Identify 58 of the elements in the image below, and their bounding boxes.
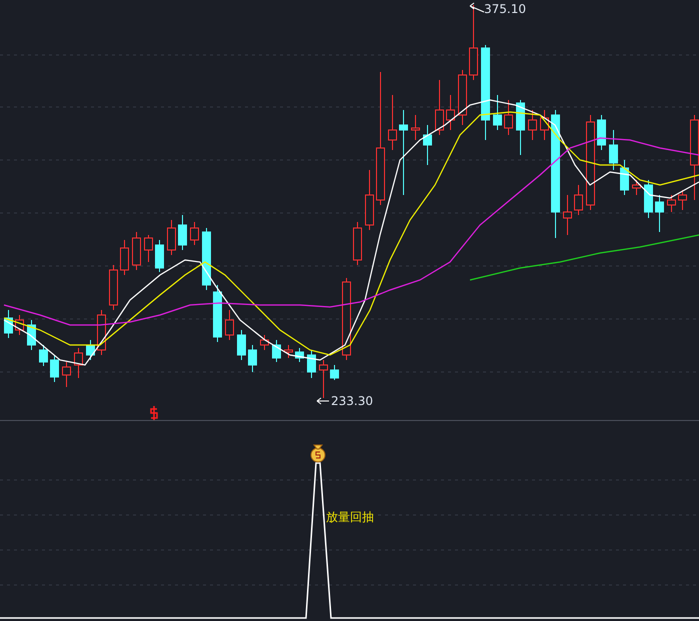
candlestick (144, 234, 153, 262)
candlestick (178, 214, 187, 250)
candlestick (620, 160, 629, 196)
candlestick (632, 180, 641, 196)
candlestick (353, 222, 362, 266)
signal-label: 放量回抽 (326, 510, 374, 524)
low-price-label: 233.30 (331, 394, 373, 408)
candlestick (190, 222, 199, 246)
candlestick (458, 70, 467, 126)
candlestick (225, 310, 234, 340)
candlestick (319, 360, 328, 398)
candlestick (248, 344, 257, 372)
dollar-icon (150, 405, 158, 420)
candlestick (155, 240, 164, 272)
money-bag-icon (310, 444, 326, 462)
candlestick (307, 350, 316, 378)
candlestick (388, 94, 397, 150)
candlestick (330, 364, 339, 380)
candlestick (50, 356, 59, 382)
candlestick (516, 100, 525, 156)
high-price-label: 375.10 (484, 2, 526, 16)
candlestick (132, 232, 141, 270)
candlestick (423, 124, 432, 166)
candlestick (284, 344, 293, 358)
candlestick (4, 310, 13, 338)
arrow-icon (316, 398, 330, 404)
candlestick (272, 340, 281, 362)
candlestick (411, 114, 420, 140)
candlestick (678, 190, 687, 210)
candlestick (237, 330, 246, 360)
candlestick (213, 284, 222, 342)
candlestick (493, 94, 502, 130)
candlestick (15, 314, 24, 336)
candlestick (39, 344, 48, 366)
candlestick (563, 194, 572, 236)
candlestick (540, 110, 549, 140)
arrow-icon (470, 2, 484, 12)
candlestick (86, 340, 95, 360)
candlestick (528, 110, 537, 140)
candlestick (167, 220, 176, 256)
candlestick (295, 348, 304, 362)
candlestick (655, 194, 664, 232)
candlestick (504, 100, 513, 136)
candlestick (74, 348, 83, 378)
candlestick (597, 114, 606, 150)
candlestick (574, 184, 583, 216)
candlestick (120, 240, 129, 276)
candlestick (62, 362, 71, 388)
candlestick (609, 130, 618, 170)
candlestick (446, 94, 455, 130)
candlestick (365, 170, 374, 230)
candlestick (109, 264, 118, 310)
candlestick (644, 180, 653, 218)
candlestick (27, 320, 36, 350)
candlestick (260, 334, 269, 350)
candlestick (667, 194, 676, 212)
candlestick (435, 80, 444, 136)
candlestick (202, 228, 211, 290)
